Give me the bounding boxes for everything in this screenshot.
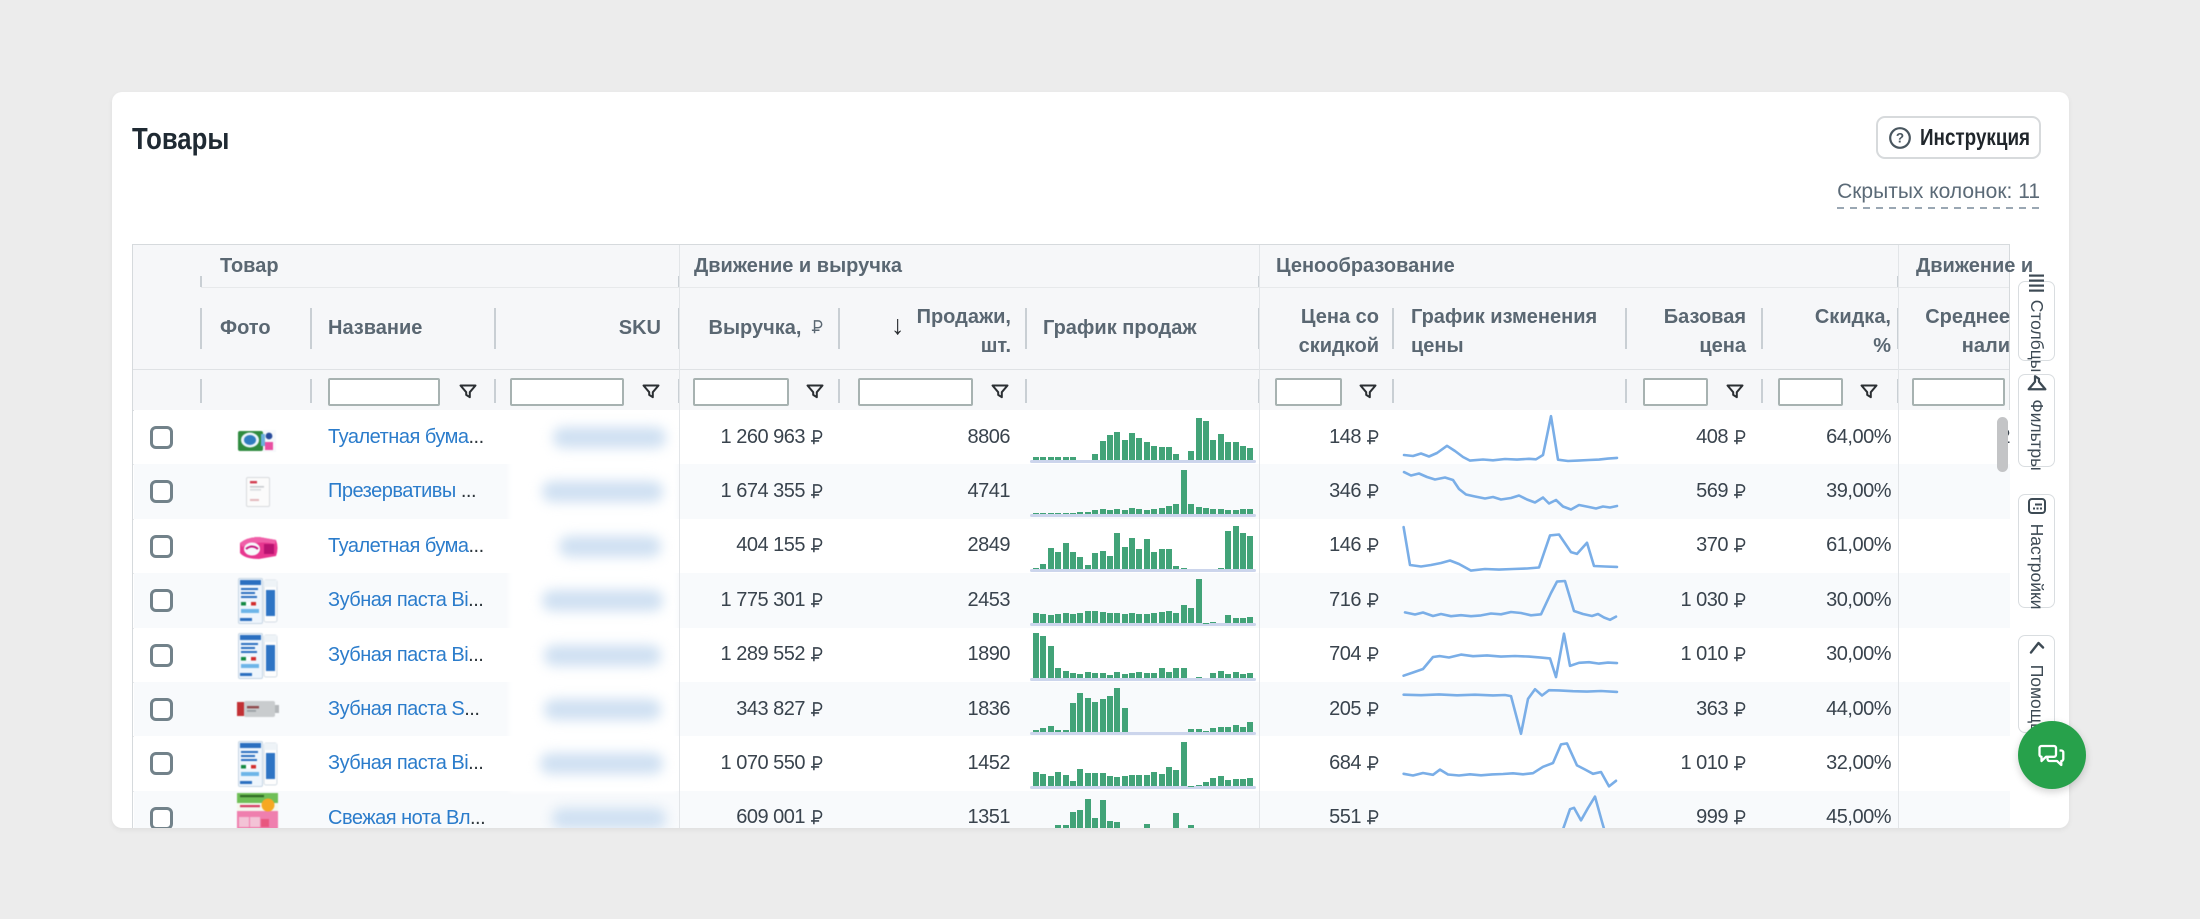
svg-text:?: ?: [1895, 130, 1903, 145]
